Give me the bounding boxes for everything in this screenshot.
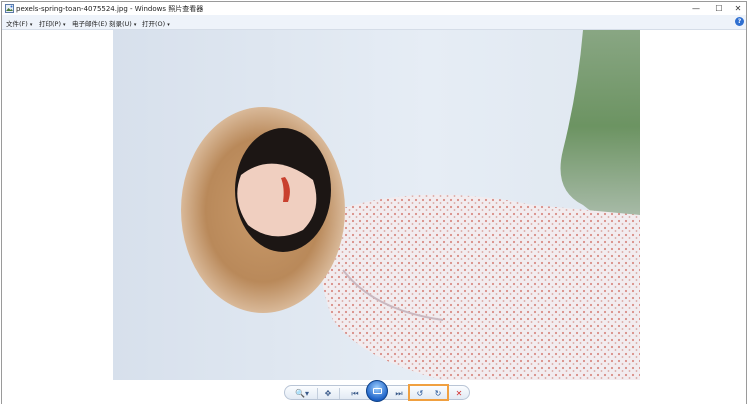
minimize-button[interactable]: — [685, 2, 707, 15]
slideshow-button[interactable] [366, 380, 388, 402]
menu-burn-label: 刻录(U) [109, 20, 132, 28]
menu-file-label: 文件(F) [6, 20, 28, 28]
chevron-down-icon: ▾ [133, 22, 137, 28]
window-title: pexels-spring-toan-4075524.jpg - Windows… [16, 5, 204, 13]
close-window-button[interactable]: ✕ [727, 2, 749, 15]
displayed-photo[interactable] [113, 30, 640, 380]
toolbar-divider [317, 388, 318, 399]
chevron-down-icon: ▾ [63, 22, 66, 28]
actual-size-icon[interactable]: ✥ [321, 386, 335, 401]
face [237, 163, 317, 237]
photo-viewer-app-icon [5, 4, 14, 13]
chevron-down-icon: ▾ [29, 22, 33, 28]
menu-bar: 文件(F) ▾ 打印(P) ▾ 电子邮件(E) 刻录(U) ▾ 打开(O) ▾ ? [2, 15, 746, 30]
menu-email-label: 电子邮件(E) [72, 20, 108, 28]
help-icon[interactable]: ? [735, 17, 744, 26]
zoom-icon[interactable]: 🔍▾ [291, 386, 313, 401]
toolbar-divider [339, 388, 340, 399]
menu-file[interactable]: 文件(F) ▾ [6, 18, 32, 28]
menu-open[interactable]: 打开(O) ▾ [142, 18, 170, 28]
chevron-down-icon: ▾ [167, 22, 170, 28]
photo-viewer-window: pexels-spring-toan-4075524.jpg - Windows… [1, 1, 747, 404]
bottom-toolbar: 🔍▾ ✥ ⏮ ⏭ ↺ ↻ ✕ [2, 380, 746, 404]
title-bar: pexels-spring-toan-4075524.jpg - Windows… [2, 2, 746, 15]
rotate-buttons-highlight [408, 384, 449, 401]
menu-open-label: 打开(O) [142, 20, 166, 28]
delete-icon[interactable]: ✕ [451, 386, 467, 401]
image-viewport [2, 30, 746, 380]
next-icon[interactable]: ⏭ [391, 386, 407, 401]
menu-print[interactable]: 打印(P) ▾ [39, 18, 66, 28]
slideshow-icon [373, 388, 382, 394]
previous-icon[interactable]: ⏮ [347, 386, 363, 401]
menu-burn[interactable]: 刻录(U) ▾ [109, 18, 136, 28]
menu-email[interactable]: 电子邮件(E) [72, 18, 107, 28]
menu-print-label: 打印(P) [39, 20, 61, 28]
